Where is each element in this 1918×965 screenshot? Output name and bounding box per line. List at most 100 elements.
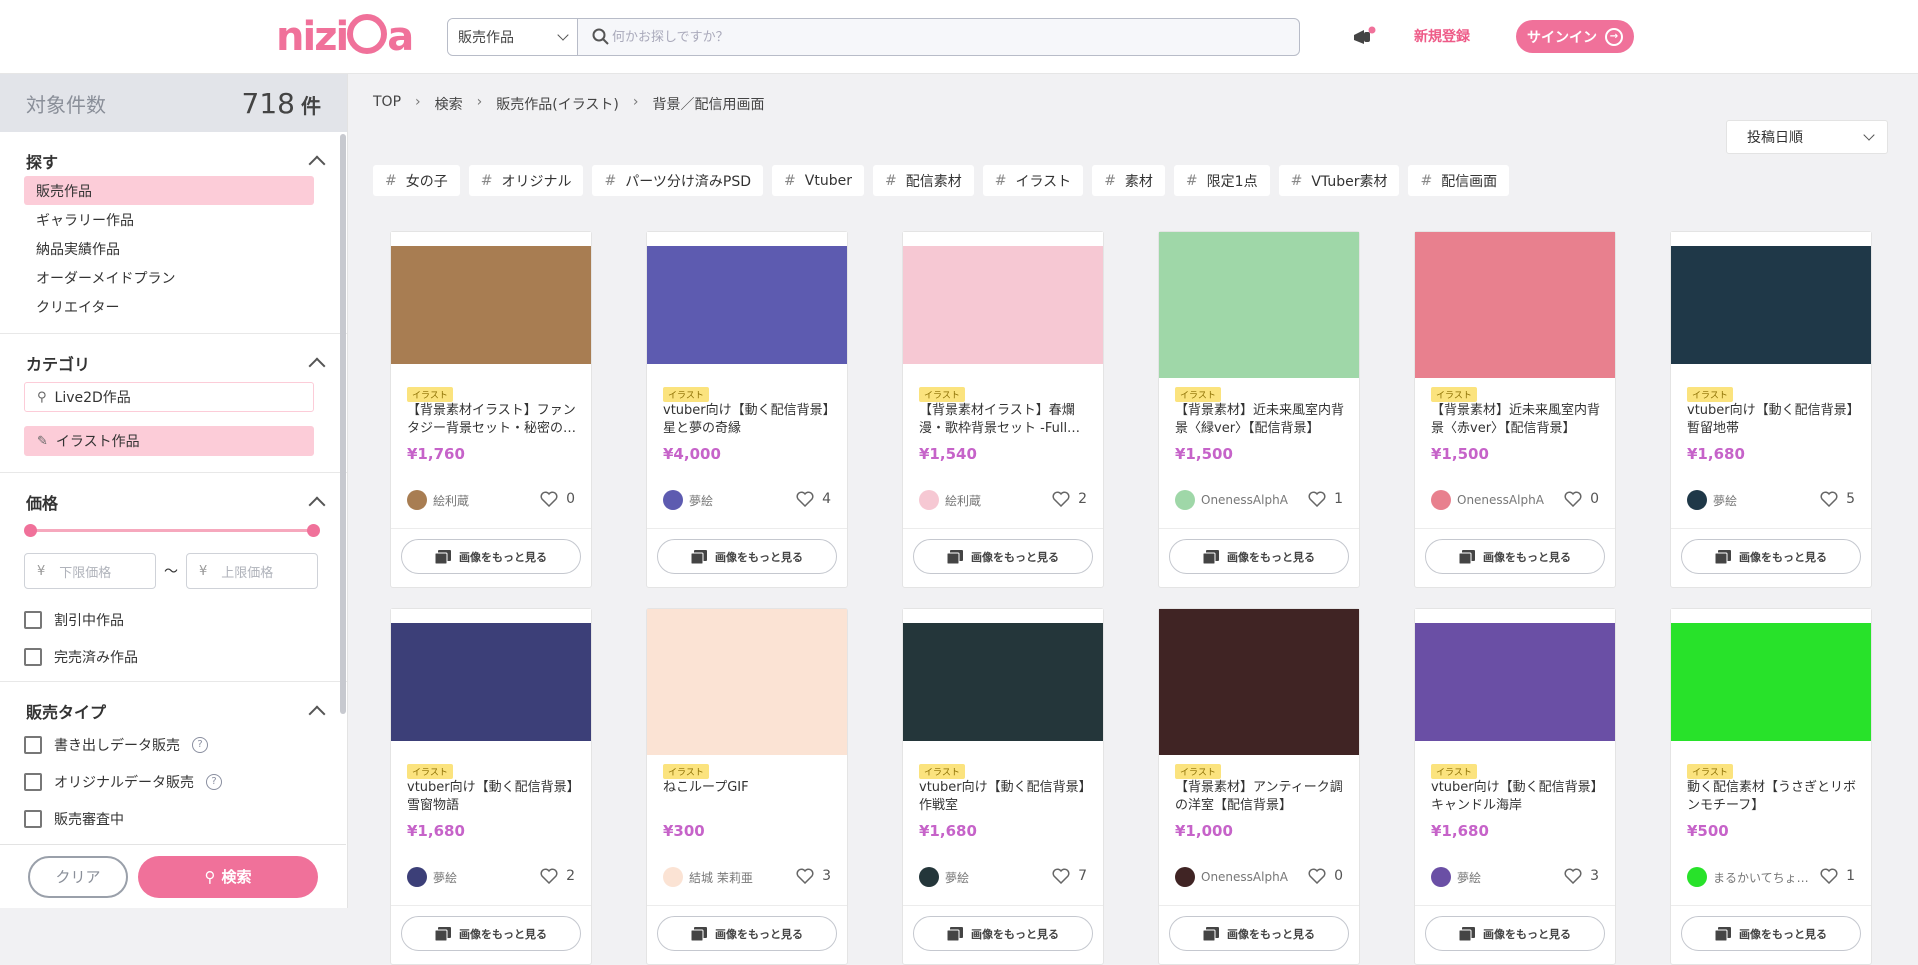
product-author[interactable]: 夢絵 — [407, 867, 457, 887]
product-title[interactable]: 【背景素材】近未来風室内背景〈赤ver〉【配信背景】 — [1431, 402, 1603, 438]
product-card[interactable]: イラスト vtuber向け【動く配信背景】星と夢の奇縁 ¥4,000 夢絵 4 画像をもっ… — [646, 231, 848, 588]
more-images-button[interactable]: 画像をもっと見る — [1425, 916, 1605, 951]
checkbox[interactable] — [24, 809, 42, 828]
product-thumbnail[interactable] — [1671, 232, 1871, 378]
like-button[interactable]: 2 — [540, 868, 575, 884]
like-button[interactable]: 5 — [1820, 491, 1855, 507]
register-link[interactable]: 新規登録 — [1414, 26, 1470, 46]
product-thumbnail[interactable] — [647, 609, 847, 755]
product-thumbnail[interactable] — [1159, 609, 1359, 755]
tag-chip[interactable]: # VTuber素材 — [1278, 165, 1400, 196]
more-images-button[interactable]: 画像をもっと見る — [1681, 916, 1861, 951]
price-range-slider[interactable] — [24, 519, 320, 543]
product-author[interactable]: 夢絵 — [1687, 490, 1737, 510]
checkbox[interactable] — [24, 647, 42, 666]
checkbox[interactable] — [24, 610, 42, 629]
slider-max-handle[interactable] — [307, 524, 320, 537]
product-card[interactable]: イラスト 【背景素材】近未来風室内背景〈緑ver〉【配信背景】 ¥1,500 Onen… — [1158, 231, 1360, 588]
more-images-button[interactable]: 画像をもっと見る — [1169, 916, 1349, 951]
product-card[interactable]: イラスト vtuber向け【動く配信背景】暫留地帯 ¥1,680 夢絵 5 画像をもっと見… — [1670, 231, 1872, 588]
more-images-button[interactable]: 画像をもっと見る — [401, 916, 581, 951]
more-images-button[interactable]: 画像をもっと見る — [1681, 539, 1861, 574]
like-button[interactable]: 3 — [1564, 868, 1599, 884]
product-card[interactable]: イラスト vtuber向け【動く配信背景】キャンドル海岸 ¥1,680 夢絵 3 画像をも… — [1414, 608, 1616, 965]
chevron-up-icon[interactable] — [308, 155, 326, 173]
nav-item-gallery[interactable]: ギャラリー作品 — [24, 205, 314, 234]
product-thumbnail[interactable] — [391, 232, 591, 378]
breadcrumb-search[interactable]: 検索 — [435, 94, 463, 114]
product-author[interactable]: まるかいてちょ… — [1687, 867, 1809, 887]
category-live2d[interactable]: ⚲ Live2D作品 — [24, 382, 314, 412]
product-title[interactable]: vtuber向け【動く配信背景】雪窗物語 — [407, 779, 579, 815]
more-images-button[interactable]: 画像をもっと見る — [401, 539, 581, 574]
chevron-up-icon[interactable] — [308, 705, 326, 723]
export-data-filter[interactable]: 書き出しデータ販売? — [24, 726, 323, 763]
nav-item-delivered[interactable]: 納品実績作品 — [24, 234, 314, 263]
chevron-up-icon[interactable] — [308, 496, 326, 514]
product-thumbnail[interactable] — [903, 232, 1103, 378]
clear-button[interactable]: クリア — [28, 855, 128, 898]
tag-chip[interactable]: # 配信画面 — [1408, 165, 1510, 196]
product-title[interactable]: vtuber向け【動く配信背景】キャンドル海岸 — [1431, 779, 1603, 815]
product-author[interactable]: 絵利蔵 — [919, 490, 981, 510]
product-thumbnail[interactable] — [1159, 232, 1359, 378]
search-input[interactable] — [578, 19, 1299, 55]
product-author[interactable]: OnenessAlphA — [1175, 867, 1288, 887]
tag-chip[interactable]: # 素材 — [1092, 165, 1165, 196]
tag-chip[interactable]: # Vtuber — [772, 165, 864, 196]
more-images-button[interactable]: 画像をもっと見る — [1169, 539, 1349, 574]
product-card[interactable]: イラスト 【背景素材】アンティーク調の洋室【配信背景】 ¥1,000 OnenessA… — [1158, 608, 1360, 965]
search-category-select[interactable]: 販売作品 — [448, 19, 578, 55]
sidebar-scrollbar[interactable] — [340, 134, 346, 714]
min-price-field[interactable]: ¥ 下限価格 — [24, 553, 156, 589]
product-title[interactable]: 動く配信素材【うさぎとリボンモチーフ】 — [1687, 779, 1859, 815]
nav-item-sale-works[interactable]: 販売作品 — [24, 176, 314, 205]
product-thumbnail[interactable] — [903, 609, 1103, 755]
more-images-button[interactable]: 画像をもっと見る — [657, 916, 837, 951]
help-icon[interactable]: ? — [206, 773, 222, 790]
signin-button[interactable]: サインイン → — [1516, 20, 1634, 53]
product-title[interactable]: 【背景素材】アンティーク調の洋室【配信背景】 — [1175, 779, 1347, 815]
product-card[interactable]: イラスト vtuber向け【動く配信背景】雪窗物語 ¥1,680 夢絵 2 画像をもっと見… — [390, 608, 592, 965]
product-author[interactable]: 夢絵 — [663, 490, 713, 510]
tag-chip[interactable]: # 女の子 — [373, 165, 460, 196]
help-icon[interactable]: ? — [192, 736, 208, 753]
product-author[interactable]: OnenessAlphA — [1175, 490, 1288, 510]
breadcrumb-illust[interactable]: 販売作品(イラスト) — [496, 94, 619, 114]
site-logo[interactable]: nizimanizia — [276, 14, 414, 60]
like-button[interactable]: 1 — [1308, 491, 1343, 507]
tag-chip[interactable]: # オリジナル — [468, 165, 584, 196]
announcement-icon[interactable] — [1350, 24, 1378, 52]
like-button[interactable]: 3 — [796, 868, 831, 884]
product-thumbnail[interactable] — [1415, 609, 1615, 755]
checkbox[interactable] — [24, 772, 42, 791]
product-title[interactable]: vtuber向け【動く配信背景】暫留地帯 — [1687, 402, 1859, 438]
like-button[interactable]: 1 — [1820, 868, 1855, 884]
product-thumbnail[interactable] — [1415, 232, 1615, 378]
slider-min-handle[interactable] — [24, 524, 37, 537]
like-button[interactable]: 2 — [1052, 491, 1087, 507]
under-review-filter[interactable]: 販売審査中 — [24, 800, 323, 837]
max-price-field[interactable]: ¥ 上限価格 — [186, 553, 318, 589]
product-title[interactable]: 【背景素材】近未来風室内背景〈緑ver〉【配信背景】 — [1175, 402, 1347, 438]
product-card[interactable]: イラスト 【背景素材】近未来風室内背景〈赤ver〉【配信背景】 ¥1,500 Onen… — [1414, 231, 1616, 588]
product-card[interactable]: イラスト 【背景素材イラスト】ファンタジー背景セット・秘密の… ¥1,760 絵利蔵 0… — [390, 231, 592, 588]
product-card[interactable]: イラスト vtuber向け【動く配信背景】作戦室 ¥1,680 夢絵 7 画像をもっと見る — [902, 608, 1104, 965]
product-author[interactable]: 絵利蔵 — [407, 490, 469, 510]
tag-chip[interactable]: # 配信素材 — [872, 165, 974, 196]
more-images-button[interactable]: 画像をもっと見る — [1425, 539, 1605, 574]
like-button[interactable]: 0 — [1564, 491, 1599, 507]
product-card[interactable]: イラスト 動く配信素材【うさぎとリボンモチーフ】 ¥500 まるかいてちょ… 1 画像をも… — [1670, 608, 1872, 965]
tag-chip[interactable]: # 限定1点 — [1173, 165, 1270, 196]
discount-filter[interactable]: 割引中作品 — [24, 601, 323, 638]
product-author[interactable]: 結城 茉莉亜 — [663, 867, 753, 887]
sort-select[interactable]: 投稿日順 — [1726, 120, 1888, 154]
product-title[interactable]: 【背景素材イラスト】春爛漫・歌枠背景セット -Full… — [919, 402, 1091, 438]
product-card[interactable]: イラスト ねこループGIF ¥300 結城 茉莉亜 3 画像をもっと見る — [646, 608, 848, 965]
checkbox[interactable] — [24, 735, 42, 754]
breadcrumb-top[interactable]: TOP — [373, 94, 401, 114]
more-images-button[interactable]: 画像をもっと見る — [913, 916, 1093, 951]
product-title[interactable]: vtuber向け【動く配信背景】星と夢の奇縁 — [663, 402, 835, 438]
tag-chip[interactable]: # パーツ分け済みPSD — [592, 165, 764, 196]
nav-item-order-plan[interactable]: オーダーメイドプラン — [24, 263, 314, 292]
